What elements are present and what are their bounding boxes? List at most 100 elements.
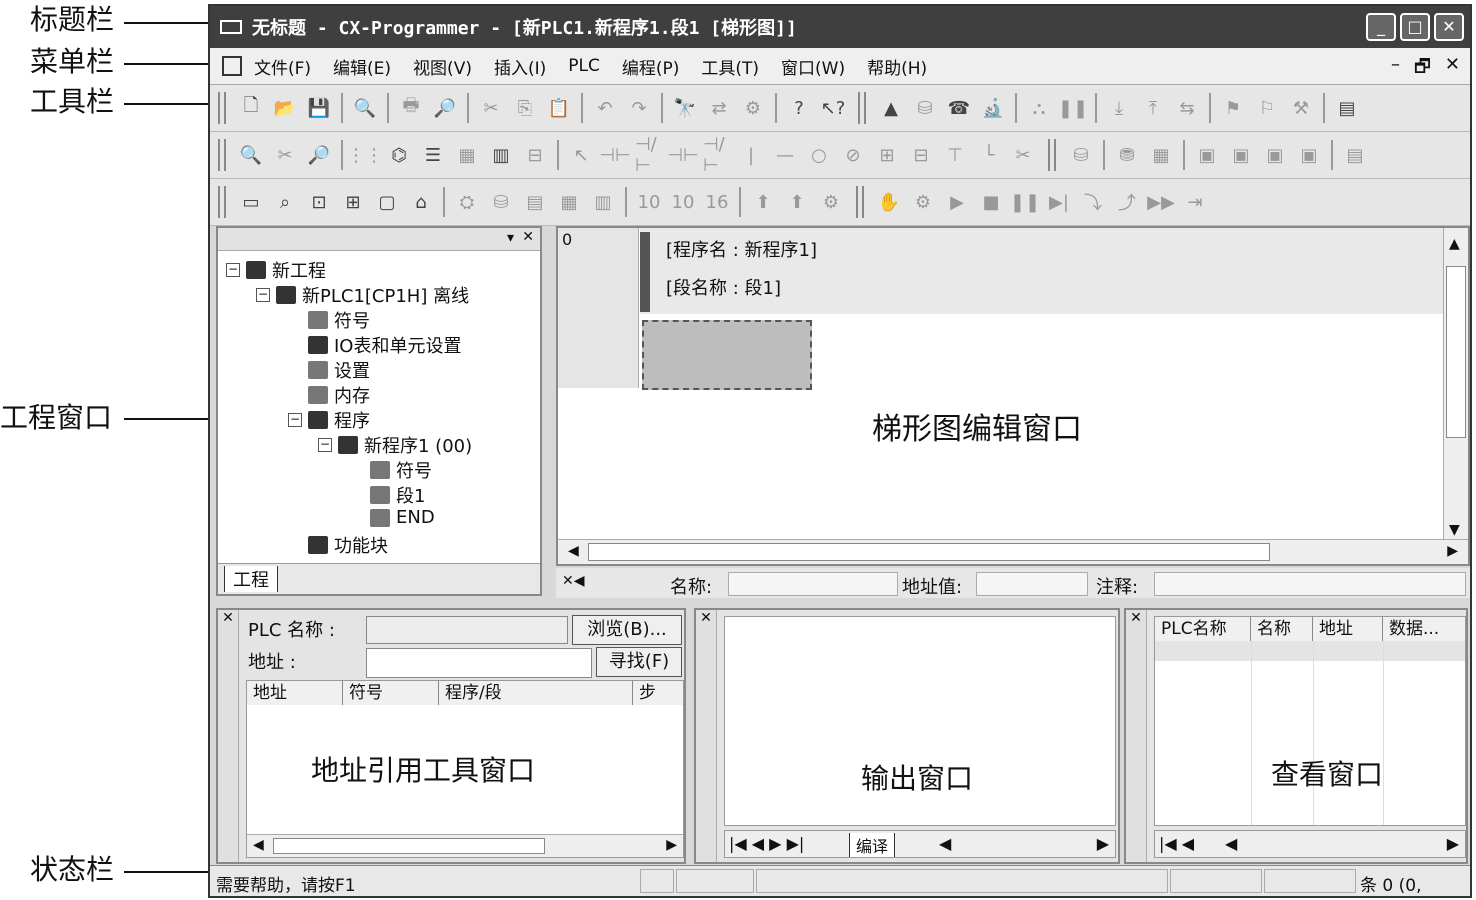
tree-node-io-table[interactable]: IO表和单元设置: [308, 332, 461, 358]
plc-name-field[interactable]: [366, 616, 568, 644]
tree-node-function-blocks[interactable]: 功能块: [308, 532, 388, 558]
run-to-end-icon[interactable]: ⇥: [1181, 188, 1209, 216]
run-mode-icon[interactable]: ⚑: [1219, 94, 1247, 122]
online-edit-cancel-icon[interactable]: ⛃: [1113, 141, 1141, 169]
monitor-mode-icon[interactable]: ⚐: [1253, 94, 1281, 122]
more-icon[interactable]: ▤: [1341, 141, 1369, 169]
menu-view[interactable]: 视图(V): [413, 54, 472, 79]
simulator-step-icon[interactable]: ⚙: [909, 188, 937, 216]
zoom-out-icon[interactable]: 🔎: [305, 141, 333, 169]
fast-forward-icon[interactable]: ▶▶: [1147, 188, 1175, 216]
project-window-title[interactable]: ▾ ✕: [218, 228, 540, 251]
monitor-icon[interactable]: 🔬: [979, 94, 1007, 122]
force-on-icon[interactable]: ▣: [1193, 141, 1221, 169]
document-icon[interactable]: [222, 56, 242, 76]
compile-icon[interactable]: ⬆: [749, 188, 777, 216]
close-icon[interactable]: ✕◀: [562, 573, 585, 589]
instruction-icon[interactable]: ⊞: [873, 141, 901, 169]
list-icon[interactable]: ☰: [419, 141, 447, 169]
toolbar-grip[interactable]: [858, 92, 866, 124]
menu-edit[interactable]: 编辑(E): [333, 54, 391, 79]
branch-icon[interactable]: ⊤: [941, 141, 969, 169]
horizontal-scrollbar[interactable]: ◀ ▶: [558, 539, 1468, 564]
column-symbol[interactable]: 符号: [343, 681, 439, 705]
plc-info-icon[interactable]: ▤: [1333, 94, 1361, 122]
tab-project[interactable]: 工程: [224, 566, 278, 592]
ladder-editor[interactable]: 0 [程序名 : 新程序1] [段名称 : 段1] 梯形图编辑窗口 ▲ ▼ ◀ …: [556, 226, 1470, 566]
tab-nav-icon[interactable]: |◀ ◀: [1159, 834, 1194, 853]
close-icon[interactable]: ✕: [522, 229, 534, 245]
save-icon[interactable]: 💾: [305, 94, 333, 122]
toolbar-grip[interactable]: [218, 186, 226, 218]
new-file-icon[interactable]: 🗋: [237, 94, 265, 122]
grid-icon[interactable]: ⋮⋮: [347, 141, 383, 169]
address-reference-icon[interactable]: ⊞: [339, 188, 367, 216]
collapse-icon[interactable]: −: [318, 438, 332, 452]
watch-window-icon[interactable]: ⌕: [271, 188, 299, 216]
column-program-section[interactable]: 程序/段: [439, 681, 633, 705]
find-icon[interactable]: 🔭: [671, 94, 699, 122]
menu-help[interactable]: 帮助(H): [867, 54, 927, 79]
cut-icon[interactable]: ✂: [477, 94, 505, 122]
memory-icon[interactable]: ▦: [555, 188, 583, 216]
toolbar-grip[interactable]: [856, 186, 864, 218]
step-in-icon[interactable]: ⤵: [1079, 188, 1107, 216]
column-plc-name[interactable]: PLC名称: [1155, 617, 1251, 641]
contact-no-icon[interactable]: ⊣⊢: [599, 141, 630, 169]
zoom-icon[interactable]: 🔍: [237, 141, 265, 169]
download-icon[interactable]: ⤓: [1105, 94, 1133, 122]
coil-icon[interactable]: ○: [805, 141, 833, 169]
pause-sim-icon[interactable]: ❚❚: [1010, 188, 1040, 216]
tree-node-project[interactable]: − 新工程: [226, 257, 326, 283]
tab-nav-icon[interactable]: |◀ ◀ ▶ ▶|: [729, 834, 804, 853]
print-preview-icon[interactable]: 🔍: [351, 94, 379, 122]
hex-16-icon[interactable]: 16: [703, 188, 731, 216]
scroll-left-icon[interactable]: ◀: [253, 837, 264, 853]
properties-icon[interactable]: ⌂: [407, 188, 435, 216]
menu-window[interactable]: 窗口(W): [781, 54, 845, 79]
column-data[interactable]: 数据...: [1383, 617, 1465, 641]
check-program-icon[interactable]: ⚙: [817, 188, 845, 216]
vertical-line-icon[interactable]: |: [737, 141, 765, 169]
minimize-button[interactable]: _: [1366, 13, 1396, 41]
tree-node-settings[interactable]: 设置: [308, 357, 370, 383]
maximize-button[interactable]: □: [1400, 13, 1430, 41]
close-icon[interactable]: ✕: [700, 610, 712, 626]
mdi-minimize-button[interactable]: –: [1391, 54, 1400, 84]
toolbar-grip[interactable]: [218, 92, 226, 124]
print-icon[interactable]: 🖶: [397, 94, 425, 122]
tree-node-new-program[interactable]: − 新程序1 (00): [318, 432, 472, 458]
title-bar[interactable]: 无标题 - CX-Programmer - [新PLC1.新程序1.段1 [梯形…: [210, 6, 1470, 48]
coil-nc-icon[interactable]: ⊘: [839, 141, 867, 169]
menu-program[interactable]: 编程(P): [622, 54, 680, 79]
force-off-icon[interactable]: ▣: [1227, 141, 1255, 169]
collapse-icon[interactable]: −: [226, 263, 240, 277]
ladder-cursor[interactable]: [642, 320, 812, 390]
preview-icon[interactable]: 🔎: [431, 94, 459, 122]
close-icon[interactable]: ✕: [1130, 610, 1142, 626]
tree-node-plc[interactable]: − 新PLC1[CP1H] 离线: [256, 282, 469, 308]
upload-icon[interactable]: ⤒: [1139, 94, 1167, 122]
symbol-icon[interactable]: ⛭: [453, 188, 481, 216]
scroll-down-icon[interactable]: ▼: [1449, 522, 1460, 538]
column-address[interactable]: 地址: [1313, 617, 1383, 641]
menu-plc[interactable]: PLC: [568, 56, 600, 76]
select-icon[interactable]: ↖: [567, 141, 595, 169]
horizontal-line-icon[interactable]: —: [771, 141, 799, 169]
program-mode-icon[interactable]: ⚒: [1287, 94, 1315, 122]
vertical-scrollbar[interactable]: ▲ ▼: [1443, 228, 1468, 542]
scroll-left-icon[interactable]: ◀: [1225, 834, 1237, 853]
stop-icon[interactable]: ■: [977, 188, 1005, 216]
open-folder-icon[interactable]: 📂: [271, 94, 299, 122]
rung-comment-icon[interactable]: ▦: [453, 141, 481, 169]
scroll-right-icon[interactable]: ▶: [1447, 834, 1459, 853]
online-edit-icon[interactable]: ⛁: [1067, 141, 1095, 169]
menu-insert[interactable]: 插入(I): [494, 54, 546, 79]
horizontal-scrollbar[interactable]: ◀ ▶: [247, 834, 683, 857]
address-input[interactable]: [366, 648, 592, 678]
auto-online-icon[interactable]: ⛁: [911, 94, 939, 122]
column-step[interactable]: 步: [633, 681, 683, 705]
tree-node-memory[interactable]: 内存: [308, 382, 370, 408]
scroll-right-icon[interactable]: ▶: [1447, 543, 1458, 559]
simulator-icon[interactable]: ✋: [875, 188, 903, 216]
